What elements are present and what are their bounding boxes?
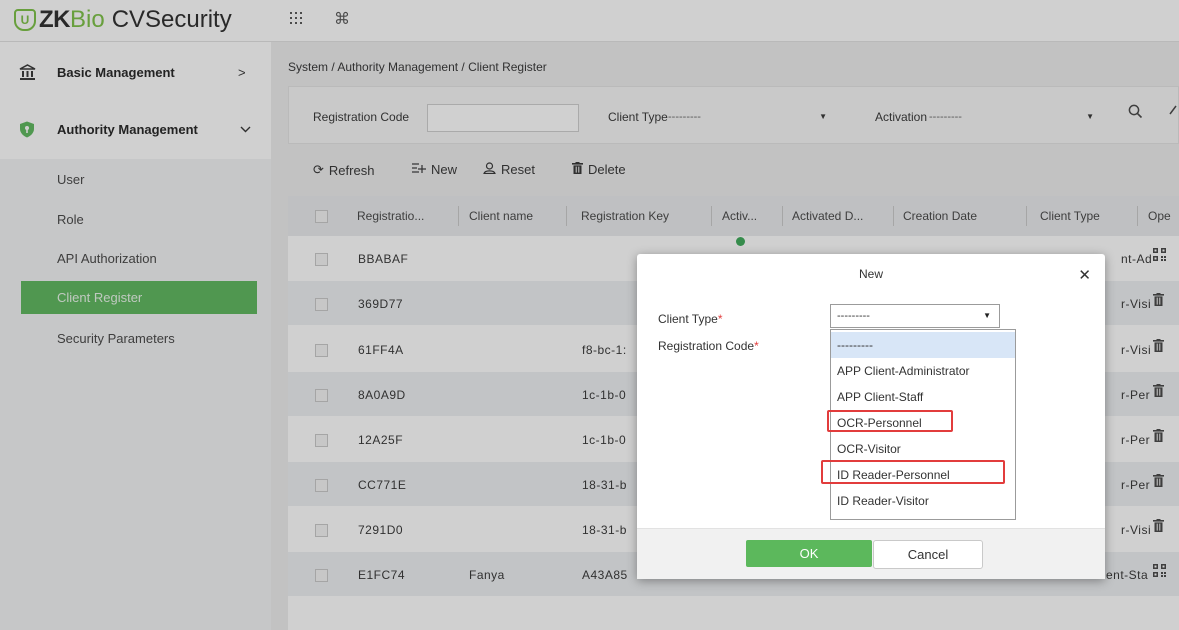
highlight-box-id-reader-personnel [821, 460, 1005, 484]
close-icon[interactable]: ✕ [1078, 266, 1091, 284]
client-type-option[interactable]: ID Reader-Visitor [831, 488, 1015, 514]
dialog-title: New [858, 267, 883, 281]
required-mark: * [754, 339, 759, 353]
new-client-dialog: New ✕ Client Type* Registration Code* --… [637, 254, 1105, 579]
highlight-box-ocr-personnel [827, 410, 953, 432]
client-type-label-text: Client Type [658, 312, 718, 326]
client-type-label: Client Type* [658, 312, 722, 326]
dialog-footer: OK Cancel [637, 528, 1105, 579]
registration-code-label-text: Registration Code [658, 339, 755, 353]
registration-code-label: Registration Code* [658, 339, 759, 353]
cancel-button[interactable]: Cancel [873, 540, 983, 569]
client-type-dropdown: --------- APP Client-Administrator APP C… [821, 329, 1016, 520]
required-mark: * [717, 312, 723, 326]
client-type-select[interactable]: --------- ▼ [830, 304, 1000, 328]
client-type-option[interactable]: APP Client-Staff [831, 384, 1015, 410]
client-type-option[interactable]: OCR-Visitor [831, 436, 1015, 462]
ok-button[interactable]: OK [746, 540, 872, 567]
caret-down-icon: ▼ [983, 311, 991, 320]
client-type-select-value: --------- [837, 310, 870, 322]
client-type-option[interactable]: APP Client-Administrator [831, 358, 1015, 384]
client-type-option[interactable]: --------- [831, 332, 1015, 358]
